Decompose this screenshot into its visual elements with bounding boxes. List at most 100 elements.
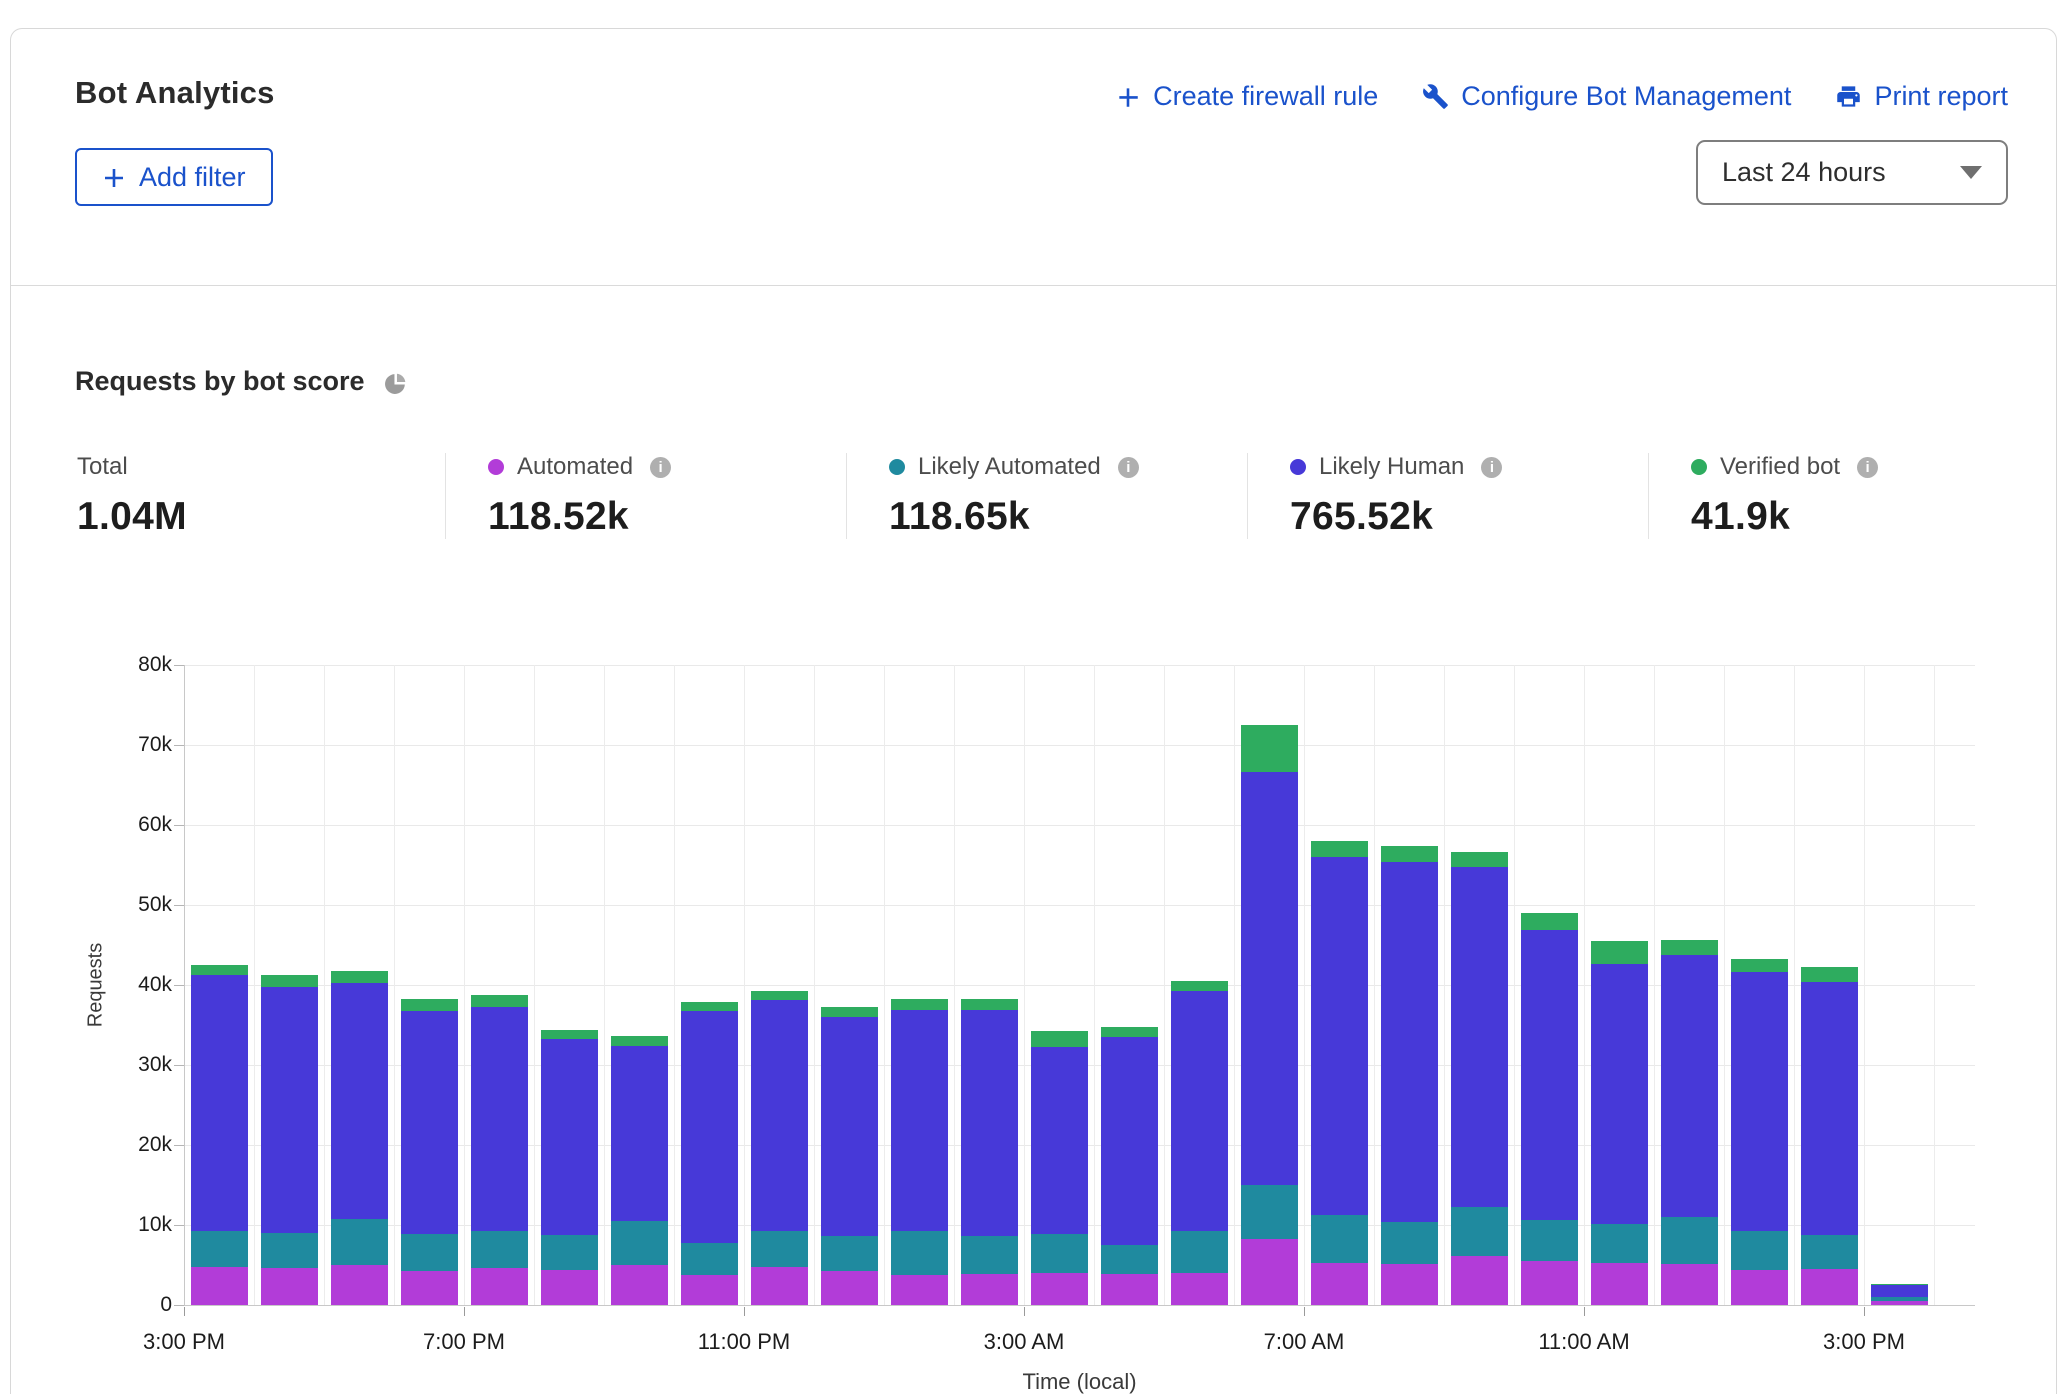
bar-segment-automated (611, 1265, 668, 1305)
bar-segment-automated (471, 1268, 528, 1305)
bar-segment-likely-human (1661, 955, 1718, 1217)
y-axis-tick-label: 50k (75, 893, 172, 917)
plus-icon (102, 165, 126, 189)
create-firewall-rule-link[interactable]: Create firewall rule (1115, 81, 1378, 112)
bar-segment-likely-human (891, 1010, 948, 1232)
bar-segment-automated (1801, 1269, 1858, 1305)
bar-segment-likely-human (1521, 930, 1578, 1220)
print-report-link[interactable]: Print report (1835, 81, 2008, 112)
bar-segment-verified-bot (1731, 959, 1788, 973)
configure-bot-management-link[interactable]: Configure Bot Management (1422, 81, 1791, 112)
bar-segment-likely-automated (1591, 1224, 1648, 1262)
info-icon[interactable]: i (650, 457, 671, 478)
bar-segment-likely-automated (541, 1235, 598, 1270)
bar-segment-likely-automated (1451, 1207, 1508, 1256)
bar-segment-verified-bot (1591, 941, 1648, 964)
wrench-icon (1422, 83, 1449, 110)
bar-segment-automated (1521, 1261, 1578, 1305)
stat-likely-automated: Likely Automated i 118.65k (846, 453, 1247, 539)
bar-segment-likely-human (541, 1039, 598, 1234)
add-filter-button[interactable]: Add filter (75, 148, 273, 206)
bar-segment-likely-human (1311, 857, 1368, 1215)
bar-segment-verified-bot (401, 999, 458, 1011)
bar-segment-automated (1591, 1263, 1648, 1305)
bar-segment-likely-human (1731, 972, 1788, 1231)
bar-segment-likely-automated (1661, 1217, 1718, 1264)
bar-segment-likely-human (331, 983, 388, 1218)
bar-segment-likely-human (611, 1046, 668, 1221)
bar-segment-likely-automated (1031, 1234, 1088, 1273)
v-gridline (1024, 665, 1025, 1305)
bar-segment-likely-automated (1311, 1215, 1368, 1263)
stat-likely-human-value: 765.52k (1290, 495, 1648, 539)
bar-segment-likely-automated (191, 1231, 248, 1267)
chart-section: Requests by bot score Total 1.04M Automa… (11, 286, 2056, 1397)
verified-bot-dot-icon (1691, 459, 1707, 475)
v-gridline (1374, 665, 1375, 1305)
bar-segment-likely-human (1381, 862, 1438, 1222)
x-axis-tick (184, 1307, 185, 1316)
bar-segment-verified-bot (681, 1002, 738, 1012)
y-axis-tick-label: 60k (75, 813, 172, 837)
x-axis-tick (744, 1307, 745, 1316)
section-heading: Requests by bot score (75, 366, 365, 397)
v-gridline (1094, 665, 1095, 1305)
h-gridline (184, 905, 1975, 906)
bar-segment-likely-automated (1521, 1220, 1578, 1261)
h-gridline (184, 825, 1975, 826)
bar-segment-verified-bot (1171, 981, 1228, 991)
bar-segment-likely-human (821, 1017, 878, 1236)
y-axis-tick (174, 825, 184, 826)
y-axis-tick (174, 1065, 184, 1066)
v-gridline (604, 665, 605, 1305)
likely-automated-dot-icon (889, 459, 905, 475)
stat-verified-bot-value: 41.9k (1691, 495, 2008, 539)
y-axis-tick (174, 905, 184, 906)
bar-segment-automated (1871, 1301, 1928, 1305)
bar-segment-likely-human (191, 975, 248, 1231)
bar-segment-verified-bot (751, 991, 808, 1000)
h-gridline (184, 665, 1975, 666)
bar-segment-verified-bot (1311, 841, 1368, 857)
bar-segment-verified-bot (1451, 852, 1508, 866)
v-gridline (324, 665, 325, 1305)
v-gridline (394, 665, 395, 1305)
bar-segment-verified-bot (611, 1036, 668, 1046)
bar-segment-likely-human (261, 987, 318, 1233)
automated-dot-icon (488, 459, 504, 475)
bar-segment-likely-automated (821, 1236, 878, 1271)
v-gridline (1584, 665, 1585, 1305)
y-axis-tick-label: 70k (75, 733, 172, 757)
print-report-label: Print report (1874, 81, 2008, 112)
y-axis-tick-label: 20k (75, 1133, 172, 1157)
bar-segment-automated (1311, 1263, 1368, 1305)
time-range-select[interactable]: Last 24 hours (1696, 140, 2008, 205)
v-gridline (954, 665, 955, 1305)
x-axis-tick (1024, 1307, 1025, 1316)
bar-segment-verified-bot (1801, 967, 1858, 982)
info-icon[interactable]: i (1857, 457, 1878, 478)
y-axis-tick (174, 665, 184, 666)
bar-segment-likely-human (1171, 991, 1228, 1231)
info-icon[interactable]: i (1118, 457, 1139, 478)
bar-segment-likely-human (1031, 1047, 1088, 1234)
bar-segment-automated (541, 1270, 598, 1305)
bar-segment-automated (261, 1268, 318, 1305)
bar-segment-verified-bot (1661, 940, 1718, 954)
v-gridline (1514, 665, 1515, 1305)
bar-segment-verified-bot (331, 971, 388, 983)
bar-segment-likely-automated (681, 1243, 738, 1276)
bar-segment-likely-automated (1731, 1231, 1788, 1269)
y-axis-tick (174, 1225, 184, 1226)
bar-segment-likely-automated (471, 1231, 528, 1268)
bar-segment-verified-bot (261, 975, 318, 986)
y-axis-tick (174, 985, 184, 986)
plus-icon (1115, 84, 1141, 110)
y-axis-tick-label: 80k (75, 653, 172, 677)
bar-segment-likely-human (471, 1007, 528, 1231)
stat-automated: Automated i 118.52k (445, 453, 846, 539)
bar-segment-automated (681, 1275, 738, 1305)
bar-segment-verified-bot (1101, 1027, 1158, 1037)
x-axis-tick-label: 3:00 AM (934, 1329, 1114, 1355)
info-icon[interactable]: i (1481, 457, 1502, 478)
